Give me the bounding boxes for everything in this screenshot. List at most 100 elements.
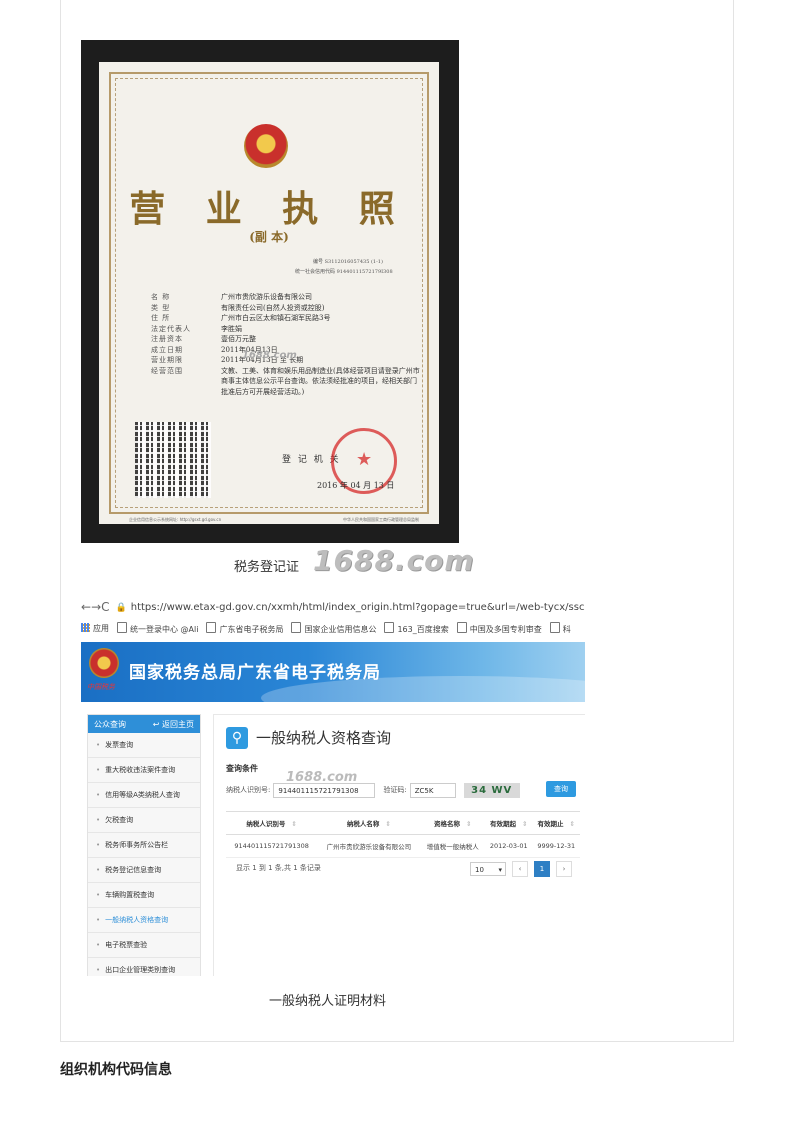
column-header[interactable]: 纳税人识别号 ⇕ xyxy=(226,811,318,835)
bullet-icon: • xyxy=(96,966,101,974)
reload-icon[interactable]: C xyxy=(101,600,109,614)
cell-taxpayer-name: 广州市贵欣游乐设备有限公司 xyxy=(317,834,421,858)
bullet-icon: • xyxy=(96,766,101,774)
license-field: 注册资本 壹佰万元整 xyxy=(151,334,421,345)
bookmark-item[interactable]: 中国及多国专利审查 xyxy=(456,621,542,635)
sidebar-item-credit-a[interactable]: • 信用等级A类纳税人查询 xyxy=(88,783,200,808)
captcha-image[interactable]: 34 WV xyxy=(463,782,520,798)
sort-icon: ⇕ xyxy=(466,820,472,828)
license-field: 类 型 有限责任公司(自然人投资或控股) xyxy=(151,303,421,314)
header-label: 有效期止 xyxy=(537,820,564,828)
bullet-icon: • xyxy=(96,791,101,799)
sidebar-item-label: 税务师事务所公告栏 xyxy=(105,841,169,849)
next-page-button[interactable]: › xyxy=(556,861,572,877)
sidebar-header: 公众查询 ↩ 返回主页 xyxy=(88,715,200,733)
captcha-input[interactable]: ZC5K xyxy=(409,782,456,798)
column-header[interactable]: 资格名称 ⇕ xyxy=(420,811,485,835)
bookmark-item[interactable]: 统一登录中心 @Ali xyxy=(117,621,198,635)
address-bar: ← → C 🔒 https://www.etax-gd.gov.cn/xxmh/h… xyxy=(81,596,585,618)
sidebar-item-general-taxpayer[interactable]: • 一般纳税人资格查询 xyxy=(88,908,200,933)
sort-icon: ⇕ xyxy=(522,820,528,828)
license-footer-right: 中华人民共和国国家工商行政管理总局监制 xyxy=(343,517,419,522)
bookmark-label: 广东省电子税务局 xyxy=(219,624,284,634)
logo-text: 中国税务 xyxy=(87,683,115,691)
url-field[interactable]: 🔒 https://www.etax-gd.gov.cn/xxmh/html/in… xyxy=(116,602,585,613)
column-header[interactable]: 纳税人名称 ⇕ xyxy=(317,811,421,835)
license-paper: 营 业 执 照 (副 本) 编号 S3112016057435 (1-1) 统一… xyxy=(99,62,439,524)
watermark-small: 1688.com xyxy=(242,350,297,361)
column-header[interactable]: 有效期止 ⇕ xyxy=(532,811,580,835)
license-field: 住 所 广州市白云区太和镇石湖军民路3号 xyxy=(151,313,421,324)
header-label: 纳税人识别号 xyxy=(246,820,286,828)
sidebar-item-violations[interactable]: • 重大税收违法案件查询 xyxy=(88,758,200,783)
field-label: 成立日期 xyxy=(151,345,183,354)
field-label: 名 称 xyxy=(151,293,171,301)
pagination: 10 ‹ 1 › xyxy=(470,861,572,877)
forward-arrow-icon[interactable]: → xyxy=(91,600,101,614)
sidebar-item-invoice[interactable]: • 发票查询 xyxy=(88,733,200,758)
tax-bureau-screenshot: ← → C 🔒 https://www.etax-gd.gov.cn/xxmh/h… xyxy=(81,596,585,976)
bookmark-item[interactable]: 163_百度搜索 xyxy=(384,621,449,635)
page-icon xyxy=(549,621,560,633)
page-icon xyxy=(456,621,467,633)
license-number: 编号 S3112016057435 (1-1) xyxy=(313,259,383,265)
back-arrow-icon[interactable]: ← xyxy=(81,600,91,614)
query-panel: ⚲ 一般纳税人资格查询 查询条件 1688.com 纳税人识别号: 914401… xyxy=(213,714,585,976)
results-table: 纳税人识别号 ⇕ 纳税人名称 ⇕ 资格名称 ⇕ 有效期起 ⇕ 有效期止 ⇕ 9144011… xyxy=(226,811,580,858)
page-size-select[interactable]: 10 xyxy=(470,862,506,877)
query-form: 纳税人识别号: 914401115721791308 验证码: ZC5K 34 … xyxy=(226,781,582,799)
table-header-row: 纳税人识别号 ⇕ 纳税人名称 ⇕ 资格名称 ⇕ 有效期起 ⇕ 有效期止 ⇕ xyxy=(226,811,580,835)
bullet-icon: • xyxy=(96,866,101,874)
license-footer-left: 企业信用信息公示系统网址: http://gsxt.gd.gov.cn xyxy=(129,517,222,522)
registration-date: 2016 年 04 月 13 日 xyxy=(317,481,395,490)
national-emblem-icon xyxy=(244,124,288,168)
bullet-icon: • xyxy=(96,916,101,924)
sidebar-item-arrears[interactable]: • 欠税查询 xyxy=(88,808,200,833)
page-icon xyxy=(117,621,127,633)
bookmark-item[interactable]: 科 xyxy=(549,621,571,635)
cell-taxpayer-id: 914401115721791308 xyxy=(226,834,318,858)
sort-icon: ⇕ xyxy=(385,820,391,828)
bookmark-apps[interactable]: 应用 xyxy=(81,622,109,634)
qr-code xyxy=(135,422,211,498)
sort-icon: ⇕ xyxy=(569,820,575,828)
page-icon xyxy=(206,621,217,633)
license-credit-code: 统一社会信用代码 91440111572179I308 xyxy=(295,269,393,275)
pagination-summary: 显示 1 到 1 条,共 1 条记录 xyxy=(236,864,321,872)
sidebar-item-export[interactable]: • 出口企业管理类别查询 xyxy=(88,958,200,976)
query-button[interactable]: 查询 xyxy=(546,781,576,797)
bookmarks-bar: 应用 统一登录中心 @Ali 广东省电子税务局 国家企业信用信息公 163_百度… xyxy=(81,620,585,636)
site-title: 国家税务总局广东省电子税务局 xyxy=(129,663,381,683)
bookmark-label: 应用 xyxy=(93,623,109,633)
field-label: 经营范围 xyxy=(151,366,183,375)
field-label: 类 型 xyxy=(151,303,171,312)
tax-registration-caption: 税务登记证 xyxy=(234,560,300,575)
section-heading: 组织机构代码信息 xyxy=(60,1062,172,1078)
header-label: 有效期起 xyxy=(490,820,517,828)
sidebar-item-label: 信用等级A类纳税人查询 xyxy=(105,791,180,799)
sidebar-item-vehicle[interactable]: • 车辆购置税查询 xyxy=(88,883,200,908)
bookmark-label: 科 xyxy=(562,624,571,634)
bookmark-item[interactable]: 国家企业信用信息公 xyxy=(291,621,376,635)
sidebar-item-tax-agents[interactable]: • 税务师事务所公告栏 xyxy=(88,833,200,858)
page-number-button[interactable]: 1 xyxy=(534,861,550,877)
sidebar-heading: 公众查询 xyxy=(94,719,126,729)
sidebar-item-e-ticket[interactable]: • 电子税票查验 xyxy=(88,933,200,958)
taxpayer-id-input[interactable]: 914401115721791308 xyxy=(273,782,376,798)
prev-page-button[interactable]: ‹ xyxy=(512,861,528,877)
cell-qualification: 增值税一般纳税人 xyxy=(420,834,485,858)
sidebar: 公众查询 ↩ 返回主页 • 发票查询 • 重大税收违法案件查询 • 信用等级A类纳税人… xyxy=(87,714,201,976)
header-label: 资格名称 xyxy=(434,820,461,828)
field-label: 法定代表人 xyxy=(151,324,191,333)
column-header[interactable]: 有效期起 ⇕ xyxy=(485,811,533,835)
site-banner: 中国税务 国家税务总局广东省电子税务局 xyxy=(81,642,585,702)
cell-valid-to: 9999-12-31 xyxy=(532,834,580,858)
back-home-link[interactable]: ↩ 返回主页 xyxy=(153,719,194,730)
license-field: 法定代表人 李胜娟 xyxy=(151,324,421,335)
bookmark-item[interactable]: 广东省电子税务局 xyxy=(206,621,284,635)
license-title: 营 业 执 照 xyxy=(129,188,409,230)
sidebar-item-registration[interactable]: • 税务登记信息查询 xyxy=(88,858,200,883)
sort-icon: ⇕ xyxy=(291,820,297,828)
field-value: 有限责任公司(自然人投资或控股) xyxy=(221,303,325,312)
sidebar-item-label: 发票查询 xyxy=(105,741,134,749)
